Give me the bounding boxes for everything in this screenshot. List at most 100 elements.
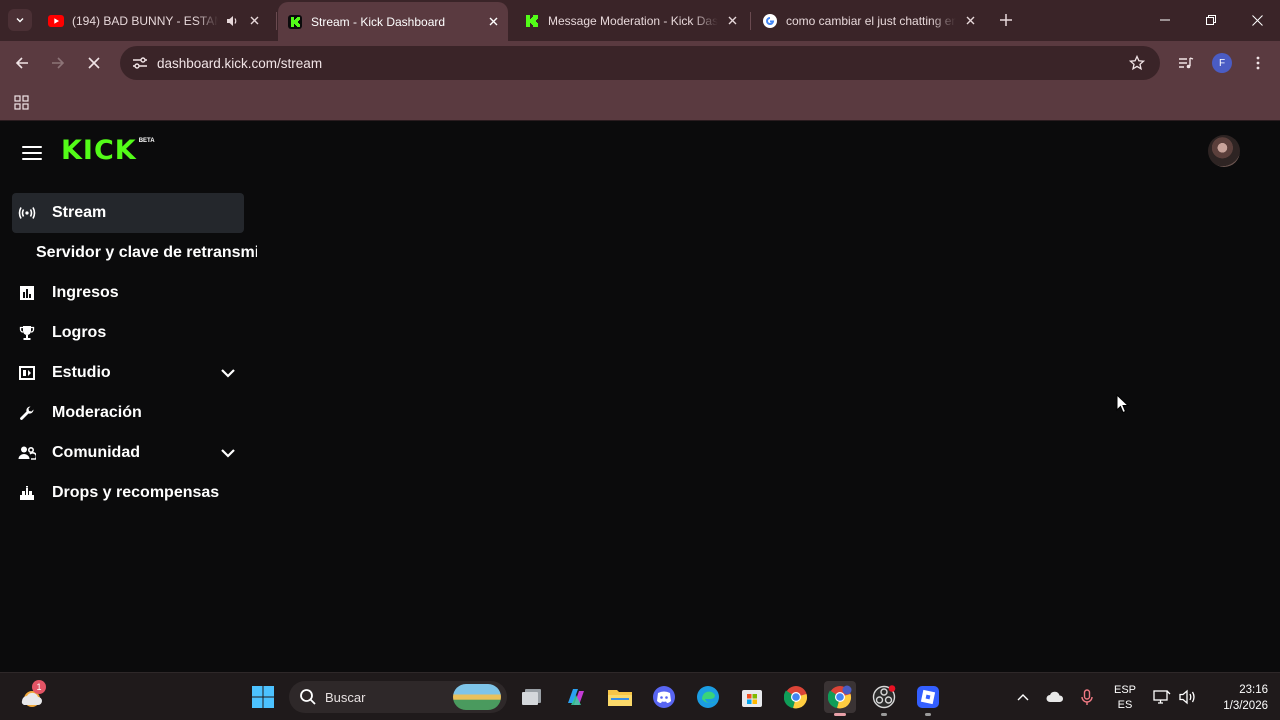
- chevron-down-icon[interactable]: [218, 444, 238, 462]
- close-icon[interactable]: [962, 13, 978, 29]
- browser-tab-bar: (194) BAD BUNNY - ESTAMOS BIEN Stream - …: [0, 0, 1280, 41]
- sidebar-item-stream[interactable]: Stream: [12, 193, 244, 233]
- tab-title: Stream - Kick Dashboard: [311, 14, 446, 29]
- profile-avatar: F: [1212, 53, 1232, 73]
- browser-menu-button[interactable]: [1248, 53, 1268, 73]
- sidebar-item-label: Servidor y clave de retransmisión: [36, 245, 257, 261]
- taskbar-search[interactable]: Buscar: [289, 681, 507, 713]
- media-controls-button[interactable]: [1176, 53, 1196, 73]
- tab-search-button[interactable]: [8, 9, 32, 31]
- back-button[interactable]: [10, 51, 34, 75]
- tab-google-search[interactable]: como cambiar el just chatting en kick: [756, 6, 984, 35]
- menu-toggle-button[interactable]: [22, 143, 42, 163]
- windows-start-icon: [252, 686, 274, 708]
- user-avatar[interactable]: [1208, 135, 1240, 167]
- kick-logo[interactable]: KICK BETA: [61, 137, 155, 165]
- edge-app[interactable]: [692, 681, 724, 713]
- tab-separator: [276, 12, 277, 30]
- hamburger-line: [22, 146, 42, 148]
- restore-icon: [1206, 15, 1216, 25]
- profile-button[interactable]: F: [1212, 53, 1232, 73]
- speaker-icon[interactable]: [224, 13, 240, 29]
- sidebar-item-label: Stream: [52, 204, 107, 221]
- search-icon: [300, 689, 316, 705]
- bookmark-star-button[interactable]: [1128, 54, 1146, 72]
- clock-time: 23:16: [1239, 684, 1268, 696]
- roblox-icon: [917, 686, 939, 708]
- sidebar-item-comunidad[interactable]: Comunidad: [12, 433, 244, 473]
- chevron-up-icon: [1017, 694, 1029, 701]
- arrow-left-icon: [15, 57, 28, 69]
- sidebar-item-estudio[interactable]: Estudio: [12, 353, 244, 393]
- network-tray[interactable]: [1152, 687, 1172, 707]
- new-tab-button[interactable]: [996, 10, 1016, 30]
- notification-badge: 1: [32, 680, 46, 694]
- tab-message-moderation[interactable]: Message Moderation - Kick Dashboard: [518, 6, 746, 35]
- sidebar-item-label: Logros: [52, 324, 107, 341]
- search-placeholder: Buscar: [325, 690, 366, 705]
- system-clock[interactable]: 23:16 1/3/2026: [1206, 682, 1268, 714]
- microphone-tray[interactable]: [1078, 687, 1096, 707]
- google-icon: [762, 13, 778, 29]
- sidebar-item-logros[interactable]: Logros: [12, 313, 244, 353]
- chrome-profile-icon: [828, 685, 852, 709]
- close-icon[interactable]: [724, 13, 740, 29]
- hamburger-line: [22, 158, 42, 160]
- onedrive-tray[interactable]: [1044, 687, 1066, 707]
- chrome-profile-app[interactable]: [824, 681, 856, 716]
- sidebar-item-drops[interactable]: Drops y recompensas: [12, 473, 244, 513]
- bar-chart-icon: [18, 284, 36, 302]
- sidebar-item-moderacion[interactable]: Moderación: [12, 393, 244, 433]
- search-highlight-image: [453, 684, 501, 710]
- file-explorer-icon: [608, 690, 632, 706]
- roblox-app[interactable]: [912, 681, 944, 716]
- address-bar[interactable]: dashboard.kick.com/stream: [120, 46, 1160, 80]
- tab-title: como cambiar el just chatting en kick: [786, 13, 956, 28]
- tab-youtube[interactable]: (194) BAD BUNNY - ESTAMOS BIEN: [44, 6, 272, 35]
- broadcast-icon: [18, 204, 36, 222]
- store-app[interactable]: [736, 681, 768, 713]
- discord-app[interactable]: [648, 681, 680, 713]
- chrome-app[interactable]: [780, 681, 812, 713]
- m365-app[interactable]: [560, 681, 592, 713]
- discord-icon: [653, 686, 675, 708]
- obs-icon: [872, 685, 896, 709]
- restore-button[interactable]: [1188, 0, 1234, 40]
- start-button[interactable]: [247, 681, 279, 713]
- apps-grid-icon: [13, 94, 29, 110]
- url-text: dashboard.kick.com/stream: [157, 56, 323, 71]
- sidebar-subitem-stream-key[interactable]: Servidor y clave de retransmisión: [12, 233, 257, 273]
- obs-app[interactable]: [868, 681, 900, 716]
- chevron-down-icon[interactable]: [218, 364, 238, 382]
- file-explorer-app[interactable]: [604, 681, 636, 713]
- speaker-icon: [1179, 689, 1195, 705]
- sidebar-item-label: Ingresos: [52, 284, 119, 301]
- close-icon[interactable]: [485, 14, 501, 30]
- close-window-button[interactable]: [1234, 0, 1280, 40]
- close-icon[interactable]: [246, 13, 262, 29]
- trophy-icon: [18, 324, 36, 342]
- apps-button[interactable]: [11, 92, 31, 112]
- keyboard-layout: ES: [1117, 699, 1133, 711]
- forward-button[interactable]: [46, 51, 70, 75]
- minimize-button[interactable]: [1142, 0, 1188, 40]
- sidebar-item-label: Drops y recompensas: [52, 484, 220, 501]
- logo-wordmark: KICK: [61, 135, 137, 166]
- network-icon: [1153, 690, 1171, 704]
- tab-stream-kick-dashboard[interactable]: Stream - Kick Dashboard: [278, 2, 508, 41]
- sidebar-item-label: Estudio: [52, 364, 111, 381]
- beta-badge: BETA: [138, 138, 155, 144]
- clock-date: 1/3/2026: [1223, 700, 1268, 712]
- cloud-icon: [1046, 691, 1064, 702]
- volume-tray[interactable]: [1178, 687, 1198, 707]
- stop-loading-button[interactable]: [82, 51, 106, 75]
- youtube-icon: [48, 13, 64, 29]
- sidebar-item-ingresos[interactable]: Ingresos: [12, 273, 244, 313]
- show-hidden-icons-button[interactable]: [1014, 687, 1032, 707]
- close-icon: [88, 57, 100, 69]
- m365-icon: [568, 689, 584, 705]
- input-language-button[interactable]: ESP ES: [1112, 683, 1138, 713]
- studio-icon: [18, 364, 36, 382]
- site-info-button[interactable]: [128, 51, 152, 75]
- task-view-button[interactable]: [516, 681, 548, 713]
